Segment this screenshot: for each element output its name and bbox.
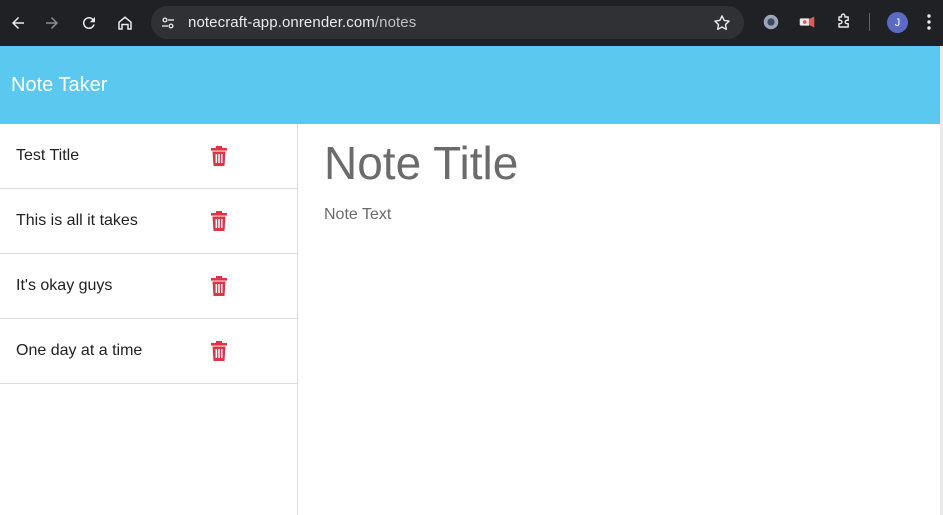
browser-toolbar: notecraft-app.onrender.com/notes J bbox=[0, 0, 943, 46]
list-item[interactable]: This is all it takes bbox=[0, 189, 297, 254]
note-item-label[interactable]: One day at a time bbox=[16, 342, 142, 360]
notes-sidebar: Test Title This is all it takes It's oka… bbox=[0, 124, 298, 515]
url-path: /notes bbox=[374, 14, 417, 31]
note-item-label[interactable]: Test Title bbox=[16, 147, 79, 165]
trash-icon[interactable] bbox=[210, 276, 228, 296]
extension-globe-icon[interactable] bbox=[760, 11, 782, 33]
reload-icon[interactable] bbox=[77, 11, 101, 35]
bookmark-star-icon[interactable] bbox=[712, 13, 732, 33]
note-title-input[interactable]: Note Title bbox=[324, 136, 518, 190]
extension-record-icon[interactable] bbox=[796, 11, 818, 33]
trash-icon[interactable] bbox=[210, 146, 228, 166]
toolbar-divider bbox=[869, 13, 870, 31]
url-text: notecraft-app.onrender.com/notes bbox=[188, 14, 416, 31]
forward-arrow-icon[interactable] bbox=[40, 11, 64, 35]
site-settings-icon[interactable] bbox=[159, 14, 177, 32]
address-bar[interactable]: notecraft-app.onrender.com/notes bbox=[151, 6, 744, 39]
url-host: notecraft-app.onrender.com bbox=[188, 14, 375, 31]
list-item[interactable]: It's okay guys bbox=[0, 254, 297, 319]
list-item[interactable]: One day at a time bbox=[0, 319, 297, 384]
extensions-puzzle-icon[interactable] bbox=[833, 11, 855, 33]
home-icon[interactable] bbox=[113, 11, 137, 35]
app-header: Note Taker bbox=[0, 46, 940, 124]
note-item-label[interactable]: It's okay guys bbox=[16, 277, 112, 295]
app-title[interactable]: Note Taker bbox=[11, 74, 107, 97]
browser-menu-icon[interactable] bbox=[926, 12, 932, 32]
back-arrow-icon[interactable] bbox=[6, 11, 30, 35]
trash-icon[interactable] bbox=[210, 341, 228, 361]
profile-avatar[interactable]: J bbox=[887, 12, 908, 33]
list-item[interactable]: Test Title bbox=[0, 124, 297, 189]
trash-icon[interactable] bbox=[210, 211, 228, 231]
note-text-input[interactable]: Note Text bbox=[324, 206, 391, 224]
note-item-label[interactable]: This is all it takes bbox=[16, 212, 138, 230]
